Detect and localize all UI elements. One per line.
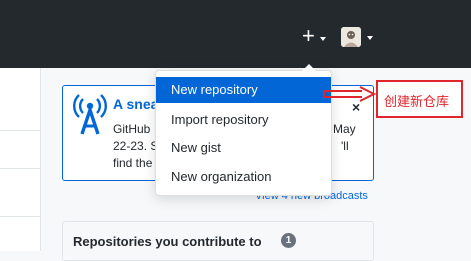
repositories-box: Repositories you contribute to 1 bbox=[62, 221, 374, 261]
divider bbox=[0, 216, 40, 217]
broadcast-text: find the bbox=[113, 156, 153, 170]
chevron-down-icon bbox=[320, 37, 326, 41]
menu-item-new-organization[interactable]: New organization bbox=[156, 164, 331, 190]
menu-item-import-repository[interactable]: Import repository bbox=[156, 107, 331, 133]
divider bbox=[0, 168, 40, 169]
new-menu-dropdown: New repository Import repository New gis… bbox=[155, 64, 332, 196]
broadcast-title[interactable]: A snea bbox=[113, 96, 158, 112]
top-header: + bbox=[0, 0, 471, 68]
repositories-count-badge: 1 bbox=[281, 233, 296, 248]
menu-item-new-gist[interactable]: New gist bbox=[156, 135, 331, 161]
avatar-icon bbox=[341, 27, 361, 47]
broadcast-text: 'll bbox=[341, 139, 349, 153]
dropdown-caret bbox=[302, 64, 316, 71]
divider bbox=[0, 130, 40, 131]
annotation-box: 创建新仓库 bbox=[376, 80, 463, 118]
broadcast-icon bbox=[73, 94, 107, 136]
new-menu-button[interactable]: + bbox=[300, 23, 328, 50]
menu-item-new-repository[interactable]: New repository bbox=[156, 77, 331, 103]
broadcast-text: 22-23. S bbox=[113, 139, 159, 153]
broadcast-text: May bbox=[333, 122, 356, 136]
repositories-title: Repositories you contribute to bbox=[73, 234, 262, 249]
user-menu-button[interactable] bbox=[341, 27, 377, 51]
left-panel bbox=[0, 68, 41, 251]
plus-icon: + bbox=[302, 23, 315, 48]
broadcast-text: GitHub bbox=[113, 122, 151, 136]
annotation-arrow-icon bbox=[323, 86, 376, 102]
chevron-down-icon bbox=[367, 36, 373, 40]
annotation-text: 创建新仓库 bbox=[384, 94, 450, 109]
